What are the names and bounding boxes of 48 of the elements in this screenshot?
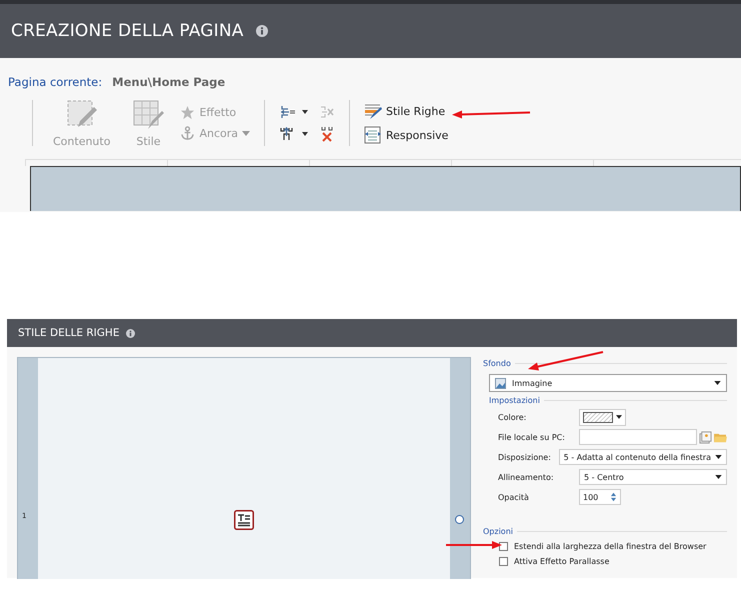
section-heading: Impostazioni: [489, 396, 540, 405]
background-dropdown[interactable]: Immagine: [489, 374, 727, 392]
field-label: Disposizione:: [498, 452, 552, 462]
file-input-field[interactable]: [579, 429, 697, 445]
toolbar-button[interactable]: Stile Righe: [364, 102, 448, 120]
caret-icon: [715, 475, 722, 479]
insert-row-icon: [279, 126, 309, 142]
delete-row-button[interactable]: [319, 126, 335, 142]
remove-icon: [319, 104, 335, 120]
indent-icon: [279, 104, 309, 120]
dropdown-field[interactable]: 5 - Centro: [579, 469, 727, 485]
indent-button[interactable]: [279, 104, 309, 120]
insert-row-button[interactable]: [279, 126, 309, 142]
info-icon[interactable]: [126, 328, 136, 338]
info-icon[interactable]: [256, 25, 268, 37]
caret-icon: [616, 415, 622, 419]
image-icon[interactable]: [699, 430, 712, 444]
checkbox-option[interactable]: Attiva Effetto Parallasse: [499, 557, 727, 566]
delete-row-icon: [319, 126, 335, 142]
row-handle[interactable]: [455, 515, 464, 524]
checkbox[interactable]: [499, 542, 508, 551]
anchor-icon: [180, 126, 196, 141]
field-label: Allineamento:: [498, 472, 555, 482]
table-brush-icon: [132, 98, 164, 130]
current-page-label: Pagina corrente:: [8, 75, 102, 89]
number-spinner[interactable]: 100: [579, 489, 621, 505]
star-icon: [180, 105, 196, 120]
field-label: Opacità: [498, 492, 530, 502]
field-label: Colore:: [498, 412, 528, 422]
field-label: File locale su PC:: [498, 432, 566, 442]
color-picker[interactable]: [579, 408, 626, 426]
caret-icon: [714, 381, 721, 385]
current-page-value: Menu\Home Page: [112, 75, 226, 89]
annotation-arrow: [446, 540, 502, 550]
section-heading: Opzioni: [483, 527, 513, 536]
brush-icon: [364, 102, 382, 120]
section-heading: Sfondo: [483, 359, 511, 368]
toolbar-button[interactable]: Responsive: [364, 126, 448, 144]
checkbox[interactable]: [499, 557, 508, 566]
responsive-icon: [364, 126, 382, 144]
spinner-arrows-icon: [610, 491, 617, 503]
dropdown-field[interactable]: 5 - Adatta al contenuto della finestra: [558, 449, 727, 465]
text-block-icon[interactable]: [234, 510, 254, 530]
checkbox-option[interactable]: Estendi alla larghezza della finestra del Browser: [499, 542, 727, 551]
dialog-title: STILE DELLE RIGHE: [18, 327, 120, 339]
caret-icon: [715, 455, 722, 459]
page-title: CREAZIONE DELLA PAGINA: [11, 21, 244, 41]
image-icon: [495, 378, 506, 388]
